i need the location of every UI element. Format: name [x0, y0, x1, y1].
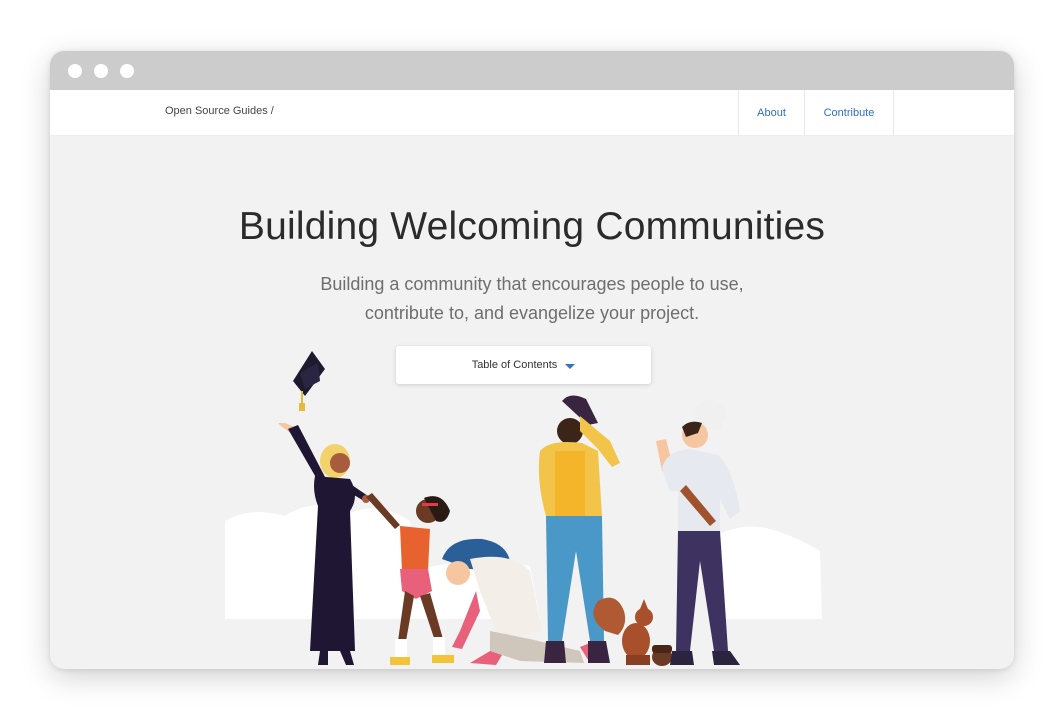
- graduation-cap: [293, 351, 325, 411]
- community-illustration: [225, 351, 822, 666]
- acorn-figure: [652, 645, 672, 666]
- browser-window: Open Source Guides / About Contribute Bu…: [50, 51, 1014, 669]
